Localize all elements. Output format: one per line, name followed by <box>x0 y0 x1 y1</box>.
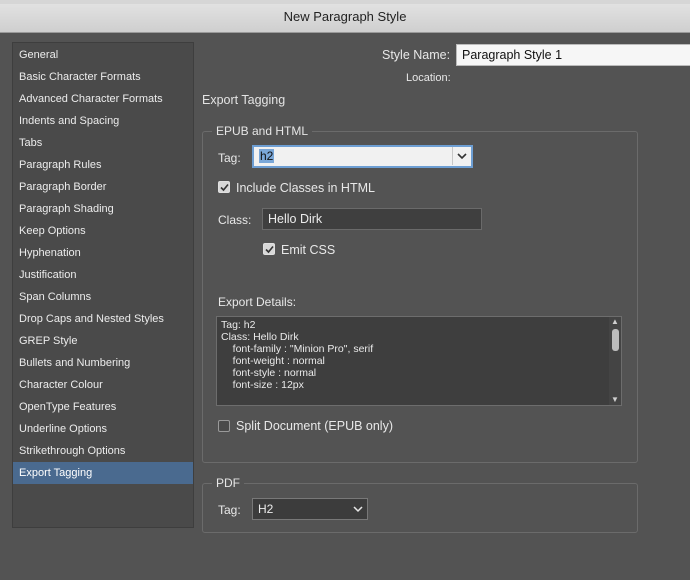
split-document-label: Split Document (EPUB only) <box>236 419 394 433</box>
sidebar-item-export-tagging[interactable]: Export Tagging <box>13 462 193 484</box>
style-name-input[interactable]: Paragraph Style 1 <box>456 44 690 66</box>
class-input[interactable]: Hello Dirk <box>262 208 482 230</box>
sidebar-item-paragraph-rules[interactable]: Paragraph Rules <box>13 154 193 176</box>
pdf-tag-value: H2 <box>258 502 274 516</box>
sidebar-item-advanced-character-formats[interactable]: Advanced Character Formats <box>13 88 193 110</box>
style-name-label: Style Name: <box>382 48 451 62</box>
chevron-down-icon[interactable] <box>452 147 471 165</box>
pdf-group-label: PDF <box>212 476 244 490</box>
sidebar-item-strikethrough-options[interactable]: Strikethrough Options <box>13 440 193 462</box>
sidebar-item-span-columns[interactable]: Span Columns <box>13 286 193 308</box>
epub-tag-value: h2 <box>259 149 275 163</box>
location-label: Location: <box>406 72 451 84</box>
category-list: General Basic Character Formats Advanced C… <box>12 42 194 528</box>
export-details-box[interactable]: Tag: h2 Class: Hello Dirk font-family : "… <box>216 316 622 406</box>
export-details-line: font-family : "Minion Pro", serif <box>221 343 374 355</box>
emit-css-label: Emit CSS <box>281 243 336 257</box>
sidebar-item-basic-character-formats[interactable]: Basic Character Formats <box>13 66 193 88</box>
emit-css-checkbox[interactable] <box>263 243 275 255</box>
scroll-down-arrow-icon[interactable]: ▼ <box>611 396 619 404</box>
sidebar-item-justification[interactable]: Justification <box>13 264 193 286</box>
epub-tag-label: Tag: <box>218 151 241 165</box>
sidebar-item-indents-and-spacing[interactable]: Indents and Spacing <box>13 110 193 132</box>
window-title: New Paragraph Style <box>283 9 407 24</box>
sidebar-item-character-colour[interactable]: Character Colour <box>13 374 193 396</box>
pdf-tag-select[interactable]: H2 <box>252 498 368 520</box>
export-details-text: Tag: h2 Class: Hello Dirk font-family : "… <box>217 317 621 391</box>
epub-html-group-label: EPUB and HTML <box>212 124 313 138</box>
sidebar-item-grep-style[interactable]: GREP Style <box>13 330 193 352</box>
split-document-checkbox[interactable] <box>218 420 230 432</box>
sidebar-item-general[interactable]: General <box>13 44 193 66</box>
checkmark-icon <box>219 183 229 191</box>
sidebar-item-underline-options[interactable]: Underline Options <box>13 418 193 440</box>
sidebar-item-bullets-and-numbering[interactable]: Bullets and Numbering <box>13 352 193 374</box>
epub-tag-select[interactable]: h2 <box>252 145 473 168</box>
sidebar-item-tabs[interactable]: Tabs <box>13 132 193 154</box>
sidebar-item-hyphenation[interactable]: Hyphenation <box>13 242 193 264</box>
title-bar: New Paragraph Style <box>0 0 690 33</box>
sidebar-item-opentype-features[interactable]: OpenType Features <box>13 396 193 418</box>
sidebar-item-paragraph-shading[interactable]: Paragraph Shading <box>13 198 193 220</box>
include-classes-checkbox[interactable] <box>218 181 230 193</box>
export-details-line: font-size : 12px <box>221 379 304 391</box>
chevron-down-icon[interactable] <box>349 499 367 519</box>
sidebar-item-keep-options[interactable]: Keep Options <box>13 220 193 242</box>
checkmark-icon <box>264 245 274 253</box>
category-list-items: General Basic Character Formats Advanced C… <box>13 44 193 484</box>
scroll-up-arrow-icon[interactable]: ▲ <box>611 318 619 326</box>
export-details-scrollbar[interactable]: ▲ ▼ <box>609 317 621 405</box>
class-label: Class: <box>218 213 252 227</box>
include-classes-label: Include Classes in HTML <box>236 181 375 195</box>
sidebar-item-drop-caps-and-nested-styles[interactable]: Drop Caps and Nested Styles <box>13 308 193 330</box>
export-details-line: Tag: h2 <box>221 319 256 331</box>
export-details-line: Class: Hello Dirk <box>221 331 299 343</box>
export-details-line: font-style : normal <box>221 367 317 379</box>
export-details-label: Export Details: <box>218 295 297 309</box>
title-bar-top-strip <box>0 0 690 4</box>
sidebar-item-paragraph-border[interactable]: Paragraph Border <box>13 176 193 198</box>
panel-title: Export Tagging <box>202 93 286 107</box>
pdf-tag-label: Tag: <box>218 503 241 517</box>
export-details-line: font-weight : normal <box>221 355 325 367</box>
scrollbar-thumb[interactable] <box>612 329 619 351</box>
